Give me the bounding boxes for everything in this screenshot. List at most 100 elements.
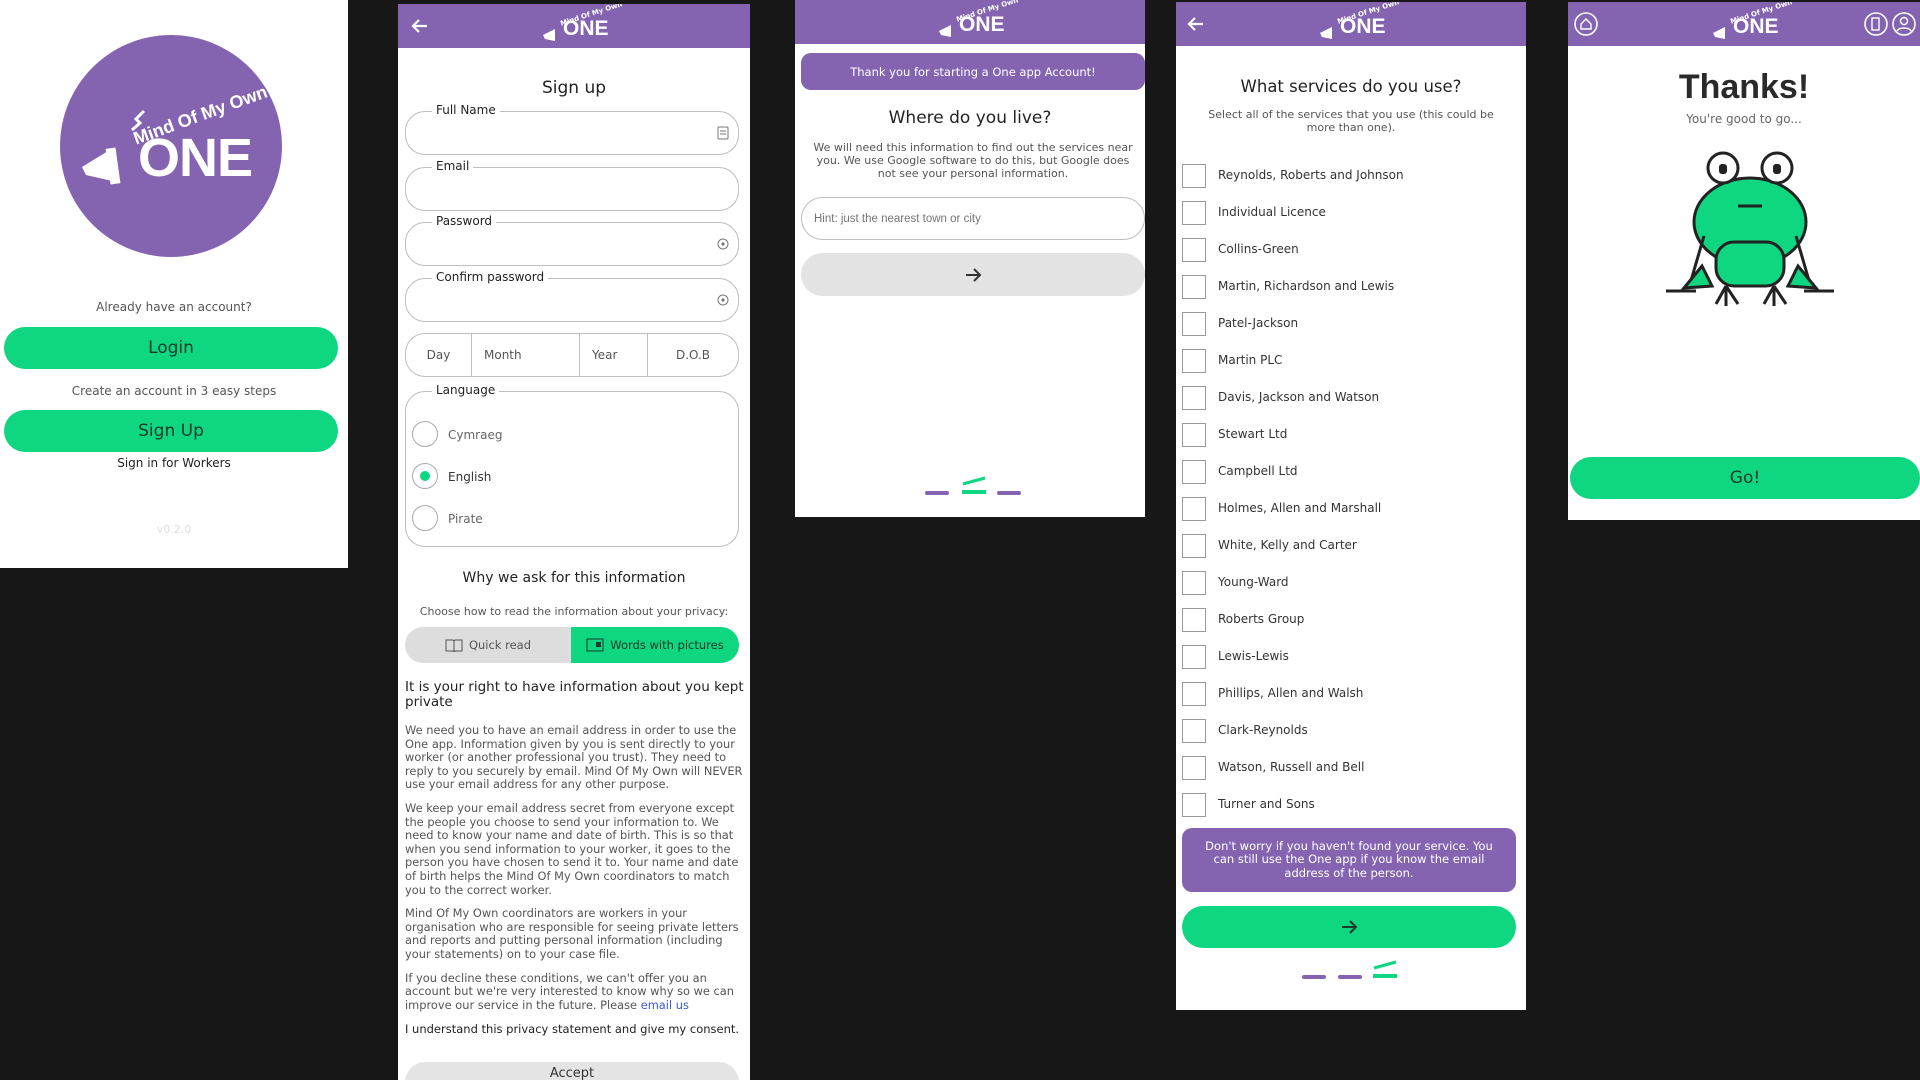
service-checkbox[interactable] — [1182, 423, 1206, 447]
progress-step-3-active — [1373, 960, 1397, 978]
email-input[interactable] — [418, 174, 708, 204]
top-bar: Mind Of My Own ONE — [795, 0, 1145, 44]
dob-day-select[interactable]: Day — [406, 334, 472, 376]
password-field[interactable]: Password — [405, 214, 739, 266]
service-label: Phillips, Allen and Walsh — [1218, 686, 1364, 700]
progress-indicator — [925, 474, 1025, 495]
service-notice: Don't worry if you haven't found your se… — [1182, 828, 1516, 892]
location-input[interactable] — [814, 206, 1132, 231]
login-button-label: Login — [148, 338, 194, 358]
list-item[interactable]: Individual Licence — [1176, 198, 1526, 228]
back-button[interactable] — [406, 12, 434, 40]
radio-english[interactable] — [412, 463, 438, 489]
service-checkbox[interactable] — [1182, 312, 1206, 336]
service-checkbox[interactable] — [1182, 497, 1206, 521]
service-checkbox[interactable] — [1182, 756, 1206, 780]
service-label: Martin PLC — [1218, 353, 1283, 367]
radio-pirate[interactable] — [412, 505, 438, 531]
language-option-english[interactable]: English — [412, 463, 712, 493]
full-name-field[interactable]: Full Name — [405, 103, 739, 155]
service-checkbox[interactable] — [1182, 682, 1206, 706]
confirm-password-label: Confirm password — [432, 270, 549, 284]
service-checkbox[interactable] — [1182, 164, 1206, 188]
confirm-password-field[interactable]: Confirm password — [405, 270, 739, 322]
password-input[interactable] — [418, 229, 708, 259]
list-item[interactable]: Young-Ward — [1176, 568, 1526, 598]
service-checkbox[interactable] — [1182, 719, 1206, 743]
list-item[interactable]: White, Kelly and Carter — [1176, 531, 1526, 561]
services-subtitle: Select all of the services that you use … — [1208, 108, 1494, 134]
list-item[interactable]: Watson, Russell and Bell — [1176, 753, 1526, 783]
list-item[interactable]: Martin, Richardson and Lewis — [1176, 272, 1526, 302]
home-icon — [1574, 12, 1598, 36]
privacy-paragraph-1: We need you to have an email address in … — [405, 723, 743, 792]
list-item[interactable]: Patel-Jackson — [1176, 309, 1526, 339]
back-button[interactable] — [1182, 10, 1210, 38]
location-next-button[interactable] — [801, 253, 1145, 296]
dob-month-select[interactable]: Month — [472, 334, 580, 376]
exit-button[interactable] — [1862, 10, 1890, 38]
list-item[interactable]: Davis, Jackson and Watson — [1176, 383, 1526, 413]
words-pictures-tab[interactable]: Words with pictures — [571, 627, 739, 663]
email-us-link[interactable]: email us — [641, 998, 689, 1012]
thank-you-banner: Thank you for starting a One app Account… — [801, 53, 1145, 90]
go-button[interactable]: Go! — [1570, 457, 1920, 499]
lock-icon[interactable] — [716, 293, 730, 307]
service-checkbox[interactable] — [1182, 534, 1206, 558]
list-item[interactable]: Reynolds, Roberts and Johnson — [1176, 161, 1526, 191]
list-item[interactable]: Clark-Reynolds — [1176, 716, 1526, 746]
list-item[interactable]: Stewart Ltd — [1176, 420, 1526, 450]
logo-text-main: ONE — [1340, 15, 1386, 38]
email-field[interactable]: Email — [405, 159, 739, 211]
location-input-field[interactable] — [801, 197, 1145, 240]
create-account-text: Create an account in 3 easy steps — [71, 384, 277, 398]
service-checkbox[interactable] — [1182, 571, 1206, 595]
list-item[interactable]: Holmes, Allen and Marshall — [1176, 494, 1526, 524]
already-have-account-text: Already have an account? — [96, 300, 252, 314]
list-item[interactable]: Martin PLC — [1176, 346, 1526, 376]
service-checkbox[interactable] — [1182, 386, 1206, 410]
radio-cymraeg[interactable] — [412, 421, 438, 447]
service-label: Lewis-Lewis — [1218, 649, 1289, 663]
language-option-pirate[interactable]: Pirate — [412, 505, 712, 535]
english-label: English — [448, 470, 492, 484]
services-next-button[interactable] — [1182, 906, 1516, 948]
service-checkbox[interactable] — [1182, 793, 1206, 817]
service-label: Collins-Green — [1218, 242, 1299, 256]
pirate-label: Pirate — [448, 512, 483, 526]
signup-button[interactable]: Sign Up — [4, 410, 338, 452]
app-logo: Mind Of My Own ONE — [60, 35, 282, 257]
service-label: Clark-Reynolds — [1218, 723, 1308, 737]
thanks-screen: Mind Of My Own ONE Thanks! You're good t… — [1568, 2, 1920, 520]
full-name-input[interactable] — [418, 118, 708, 148]
full-name-label: Full Name — [432, 103, 500, 117]
service-checkbox[interactable] — [1182, 275, 1206, 299]
profile-button[interactable] — [1890, 10, 1918, 38]
list-item[interactable]: Lewis-Lewis — [1176, 642, 1526, 672]
list-item[interactable]: Campbell Ltd — [1176, 457, 1526, 487]
sign-in-workers-link[interactable]: Sign in for Workers — [0, 456, 348, 470]
login-button[interactable]: Login — [4, 327, 338, 369]
service-checkbox[interactable] — [1182, 608, 1206, 632]
service-checkbox[interactable] — [1182, 645, 1206, 669]
words-pictures-label: Words with pictures — [610, 638, 724, 652]
service-checkbox[interactable] — [1182, 201, 1206, 225]
service-checkbox[interactable] — [1182, 349, 1206, 373]
dob-year-select[interactable]: Year — [580, 334, 648, 376]
language-legend: Language — [432, 383, 500, 397]
list-item[interactable]: Roberts Group — [1176, 605, 1526, 635]
service-label: Individual Licence — [1218, 205, 1326, 219]
list-item[interactable]: Collins-Green — [1176, 235, 1526, 265]
language-option-cymraeg[interactable]: Cymraeg — [412, 421, 712, 451]
confirm-password-input[interactable] — [418, 285, 708, 315]
location-description: We will need this information to find ou… — [813, 141, 1133, 180]
service-checkbox[interactable] — [1182, 460, 1206, 484]
home-button[interactable] — [1572, 10, 1600, 38]
accept-button[interactable]: Accept — [405, 1062, 739, 1080]
quick-read-tab[interactable]: Quick read — [405, 627, 571, 663]
consent-text: I understand this privacy statement and … — [405, 1022, 740, 1037]
lock-icon[interactable] — [716, 237, 730, 251]
service-checkbox[interactable] — [1182, 238, 1206, 262]
list-item[interactable]: Turner and Sons — [1176, 790, 1526, 820]
list-item[interactable]: Phillips, Allen and Walsh — [1176, 679, 1526, 709]
